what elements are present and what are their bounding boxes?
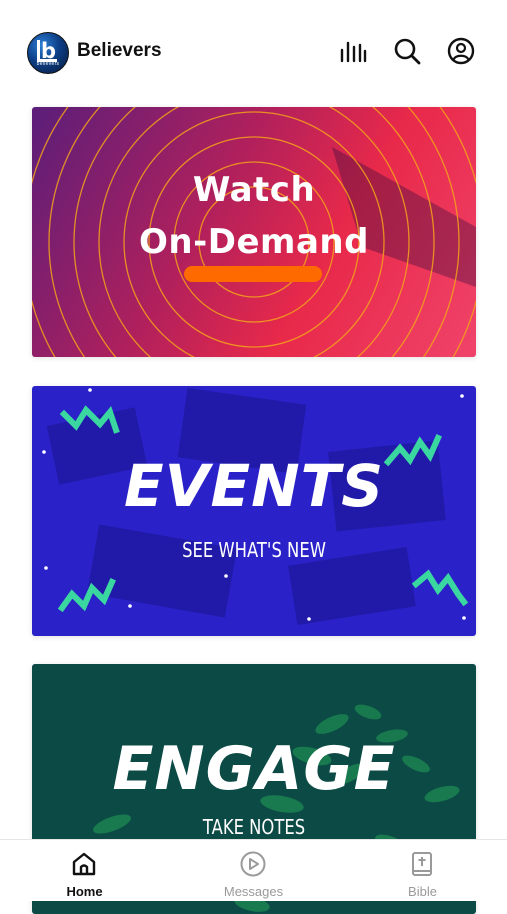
card-title-line2: On-Demand: [139, 222, 369, 262]
home-icon: [72, 852, 96, 876]
app-header: b believers Believers: [0, 0, 507, 100]
tab-home-label: Home: [66, 884, 103, 899]
play-circle-icon: [240, 851, 266, 877]
account-icon[interactable]: [446, 36, 476, 66]
engage-subtitle: TAKE NOTES: [202, 815, 306, 839]
watch-on-demand-card[interactable]: Watch On-Demand: [32, 107, 476, 357]
audio-bars-icon[interactable]: [338, 36, 368, 66]
tab-bible-label: Bible: [408, 884, 437, 899]
app-title: Believers: [77, 40, 162, 61]
bible-icon: [412, 852, 432, 876]
app-logo[interactable]: b believers: [27, 32, 69, 74]
bottom-tab-bar: Home Messages Bible: [0, 839, 507, 901]
tab-messages-label: Messages: [223, 884, 284, 899]
tab-bible[interactable]: Bible: [338, 840, 507, 901]
events-card[interactable]: EVENTS SEE WHAT'S NEW: [32, 386, 476, 636]
logo-caption: believers: [36, 61, 60, 67]
title-underline-bar: [184, 266, 322, 282]
logo-mark: b: [37, 40, 57, 62]
tab-messages[interactable]: Messages: [169, 840, 338, 901]
engage-title: ENGAGE: [112, 734, 396, 804]
events-subtitle: SEE WHAT'S NEW: [182, 538, 326, 562]
events-title: EVENTS: [123, 452, 384, 520]
tab-home[interactable]: Home: [0, 840, 169, 901]
search-icon[interactable]: [392, 36, 422, 66]
card-title-line1: Watch: [192, 170, 316, 210]
